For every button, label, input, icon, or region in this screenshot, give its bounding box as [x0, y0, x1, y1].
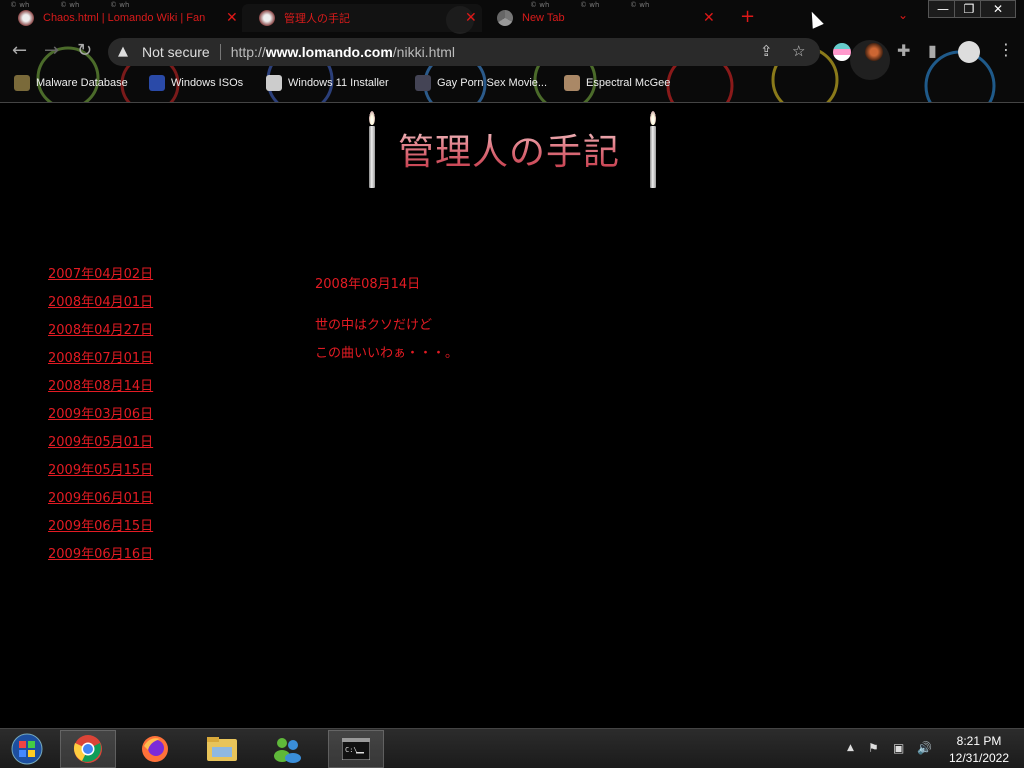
date-link[interactable]: 2008年07月01日 [48, 347, 153, 375]
url-text[interactable]: http://www.lomando.com/nikki.html [231, 44, 455, 60]
candle-icon [650, 126, 656, 188]
taskbar-messenger[interactable] [259, 730, 315, 768]
profile-avatar-icon[interactable] [958, 41, 980, 63]
bookmarks-bar: Malware Database Windows ISOs Windows 11… [0, 70, 1024, 100]
bookmark-label: Espectral McGee [586, 77, 671, 89]
date-link[interactable]: 2008年04月01日 [48, 291, 153, 319]
x-logo-icon [149, 75, 165, 91]
tab-search-icon[interactable]: ⌄ [898, 8, 908, 22]
extension-flag-icon[interactable] [833, 43, 851, 61]
firefox-icon [142, 736, 168, 762]
cmd-icon: C:\ [342, 738, 370, 760]
diary-date-list: 2007年04月02日 2008年04月01日 2008年04月27日 2008… [48, 263, 153, 571]
tab-nikki-active[interactable]: 管理人の手記 ✕ [242, 4, 482, 32]
date-link[interactable]: 2009年06月15日 [48, 515, 153, 543]
taskbar-command-prompt[interactable]: C:\ [328, 730, 384, 768]
installer-icon [266, 75, 282, 91]
page-title: 管理人の手記 [398, 123, 620, 175]
bookmark-favicon-icon [564, 75, 580, 91]
address-divider [219, 44, 221, 60]
date-link[interactable]: 2009年05月01日 [48, 431, 153, 459]
bookmark-video-site[interactable]: Gay Porn Sex Movie... [415, 75, 547, 91]
clock-date: 12/31/2022 [948, 751, 1010, 765]
taskbar-file-explorer[interactable] [194, 730, 250, 768]
reload-icon[interactable]: ↻ [77, 42, 92, 60]
warning-triangle-icon[interactable]: ▲ [118, 45, 132, 59]
browser-chrome: © wh © wh © wh © wh © wh © wh Chaos.html… [0, 0, 1024, 103]
address-bar[interactable]: ▲ Not secure http://www.lomando.com/nikk… [108, 38, 820, 66]
tab-close-icon[interactable]: ✕ [465, 10, 477, 24]
bookmark-label: Gay Porn Sex Movie... [437, 77, 548, 89]
bookmark-windows-isos[interactable]: Windows ISOs [149, 75, 243, 91]
candle-flame-icon [650, 111, 656, 125]
tab-title: Chaos.html | Lomando Wiki | Fan [43, 12, 206, 24]
tab-close-icon[interactable]: ✕ [226, 10, 238, 24]
tab-favicon-icon [18, 10, 34, 26]
messenger-people-icon [274, 738, 301, 763]
bookmark-label: Malware Database [36, 77, 128, 89]
diary-entry: 2008年08月14日 世の中はクソだけど この曲いいわぁ・・・。 [315, 273, 458, 370]
taskbar-firefox[interactable] [127, 730, 183, 768]
chrome-favicon-icon [497, 10, 513, 26]
not-secure-label[interactable]: Not secure [142, 44, 210, 60]
bookmark-star-icon[interactable]: ☆ [792, 43, 805, 59]
entry-line: 世の中はクソだけど [315, 318, 433, 333]
bookmark-favicon-icon [415, 75, 431, 91]
kebab-menu-icon[interactable]: ⋮ [998, 42, 1014, 58]
date-link[interactable]: 2009年06月16日 [48, 543, 153, 571]
date-link[interactable]: 2008年08月14日 [48, 375, 153, 403]
tab-favicon-icon [259, 10, 275, 26]
chrome-icon [73, 735, 102, 763]
tab-close-icon[interactable]: ✕ [703, 10, 715, 24]
bookmark-windows-11-installer[interactable]: Windows 11 Installer [266, 75, 389, 91]
tab-title: 管理人の手記 [284, 13, 350, 25]
date-link[interactable]: 2008年04月27日 [48, 319, 153, 347]
start-orb-icon [11, 733, 43, 765]
candle-icon [369, 126, 375, 188]
share-icon[interactable]: ⇪ [760, 43, 773, 59]
bookmark-favicon-icon [14, 75, 30, 91]
action-center-flag-icon[interactable]: ⚑ [868, 741, 879, 755]
tab-strip: © wh © wh © wh © wh © wh © wh Chaos.html… [0, 0, 1024, 34]
page-banner: 管理人の手記 [365, 108, 660, 190]
date-link[interactable]: 2009年05月15日 [48, 459, 153, 487]
extensions-puzzle-icon[interactable]: ✚ [897, 43, 910, 59]
side-panel-icon[interactable]: ▮ [928, 43, 937, 59]
windows-taskbar: C:\ ▲ ⚑ ▣ 🔊 8:21 PM 12/31/2022 [0, 728, 1024, 768]
extension-avatar-icon[interactable] [865, 43, 883, 61]
close-window-button[interactable]: ✕ [980, 0, 1016, 18]
entry-date: 2008年08月14日 [315, 277, 421, 292]
bookmark-espectral-mcgee[interactable]: Espectral McGee [564, 75, 670, 91]
network-icon[interactable]: ▣ [893, 741, 904, 755]
date-link[interactable]: 2009年06月01日 [48, 487, 153, 515]
bookmark-label: Windows 11 Installer [288, 77, 389, 89]
entry-line: この曲いいわぁ・・・。 [315, 346, 459, 361]
tab-title: New Tab [522, 12, 565, 24]
date-link[interactable]: 2007年04月02日 [48, 263, 153, 291]
system-clock[interactable]: 8:21 PM 12/31/2022 [940, 733, 1018, 767]
folder-icon [207, 737, 237, 761]
tab-chaos-wiki[interactable]: Chaos.html | Lomando Wiki | Fan ✕ [18, 4, 243, 32]
browser-toolbar: ← → ↻ ▲ Not secure http://www.lomando.co… [0, 36, 1024, 68]
back-arrow-icon[interactable]: ← [12, 42, 27, 60]
start-button[interactable] [0, 730, 54, 768]
volume-icon[interactable]: 🔊 [917, 741, 932, 755]
svg-text:C:\: C:\ [345, 746, 358, 754]
tab-new-tab[interactable]: New Tab ✕ [497, 4, 722, 32]
bookmark-label: Windows ISOs [171, 77, 244, 89]
taskbar-chrome[interactable] [60, 730, 116, 768]
candle-flame-icon [369, 111, 375, 125]
forward-arrow-icon[interactable]: → [44, 42, 59, 60]
clock-time: 8:21 PM [956, 734, 1002, 748]
tray-overflow-icon[interactable]: ▲ [847, 741, 854, 755]
new-tab-button[interactable]: + [740, 8, 755, 26]
date-link[interactable]: 2009年03月06日 [48, 403, 153, 431]
web-page: 管理人の手記 2007年04月02日 2008年04月01日 2008年04月2… [0, 103, 1024, 728]
bookmark-malware-database[interactable]: Malware Database [14, 75, 128, 91]
